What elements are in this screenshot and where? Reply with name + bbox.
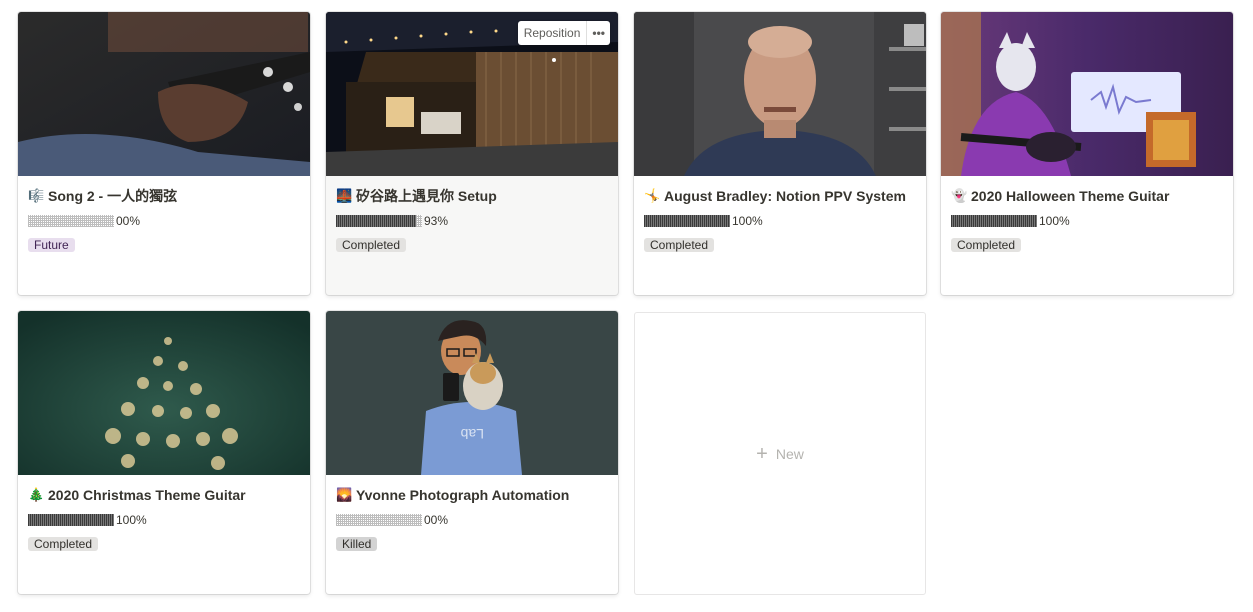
card-title: 🎄 2020 Christmas Theme Guitar: [28, 486, 300, 504]
card-cover-image: [634, 12, 926, 176]
progress-bar: [951, 215, 1037, 227]
progress-line: 93%: [336, 214, 608, 228]
status-tag: Killed: [336, 537, 378, 551]
progress-percent: 00%: [424, 513, 449, 527]
card-title-text: 2020 Halloween Theme Guitar: [971, 188, 1170, 204]
card-cover-image: [18, 311, 310, 475]
gallery-card-yvonne-automation[interactable]: Lab 🌄 Yvonne Photograph Automation 00% K…: [326, 311, 618, 594]
progress-percent: 100%: [1039, 214, 1070, 228]
cover-actions: Reposition •••: [517, 21, 610, 45]
progress-line: 00%: [28, 214, 300, 228]
progress-line: 100%: [644, 214, 916, 228]
status-tag: Completed: [951, 238, 1022, 252]
gallery-card-halloween-guitar[interactable]: 👻 2020 Halloween Theme Guitar 100% Compl…: [941, 12, 1233, 295]
status-tag: Completed: [28, 537, 99, 551]
card-title: 👻 2020 Halloween Theme Guitar: [951, 187, 1223, 205]
cartwheel-person-icon: 🤸: [644, 188, 661, 203]
card-title: 🎼 Song 2 - 一人的獨弦: [28, 187, 300, 205]
progress-percent: 100%: [116, 513, 147, 527]
gallery-card-song-2[interactable]: 🎼 Song 2 - 一人的獨弦 00% Future: [18, 12, 310, 295]
card-title-text: Song 2 - 一人的獨弦: [48, 188, 178, 204]
progress-line: 100%: [28, 513, 300, 527]
card-cover-image: Lab: [326, 311, 618, 475]
bridge-icon: 🌉: [336, 188, 353, 203]
card-title-text: 矽谷路上遇見你 Setup: [356, 188, 497, 204]
progress-bar: [644, 215, 730, 227]
progress-bar-fill: [28, 514, 114, 526]
progress-bar-fill: [644, 215, 730, 227]
ghost-icon: 👻: [951, 188, 968, 203]
card-cover-image: [18, 12, 310, 176]
music-score-icon: 🎼: [28, 188, 45, 203]
progress-bar-fill: [336, 215, 416, 227]
gallery-card-august-bradley[interactable]: 🤸 August Bradley: Notion PPV System 100%…: [634, 12, 926, 295]
sunrise-over-mountains-icon: 🌄: [336, 487, 353, 502]
card-title-text: 2020 Christmas Theme Guitar: [48, 487, 246, 503]
new-card-label: New: [775, 445, 804, 462]
more-options-icon[interactable]: •••: [587, 21, 610, 45]
progress-bar: [336, 215, 422, 227]
status-tag: Completed: [644, 238, 715, 252]
progress-percent: 00%: [116, 214, 141, 228]
new-card-button[interactable]: + New: [634, 312, 926, 595]
progress-percent: 93%: [424, 214, 449, 228]
card-title: 🌄 Yvonne Photograph Automation: [336, 486, 608, 504]
christmas-tree-icon: 🎄: [28, 487, 45, 502]
card-title: 🌉 矽谷路上遇見你 Setup: [336, 187, 608, 205]
status-tag: Future: [28, 238, 75, 252]
svg-text:Lab: Lab: [460, 426, 484, 442]
progress-line: 00%: [336, 513, 608, 527]
card-title-text: Yvonne Photograph Automation: [356, 487, 570, 503]
progress-bar-fill: [951, 215, 1037, 227]
progress-line: 100%: [951, 214, 1223, 228]
gallery-card-christmas-guitar[interactable]: 🎄 2020 Christmas Theme Guitar 100% Compl…: [18, 311, 310, 594]
gallery-card-silicon-valley-setup[interactable]: Reposition ••• 🌉 矽谷路上遇見你 Setup 93% Compl…: [326, 12, 618, 295]
card-title-text: August Bradley: Notion PPV System: [664, 188, 906, 204]
status-tag: Completed: [336, 238, 407, 252]
progress-bar: [28, 514, 114, 526]
progress-bar: [336, 514, 422, 526]
card-cover-image: [941, 12, 1233, 176]
progress-bar: [28, 215, 114, 227]
reposition-button[interactable]: Reposition: [518, 21, 587, 45]
plus-icon: +: [756, 442, 768, 465]
progress-percent: 100%: [732, 214, 763, 228]
card-title: 🤸 August Bradley: Notion PPV System: [644, 187, 916, 205]
card-cover-image: Reposition •••: [326, 12, 618, 176]
